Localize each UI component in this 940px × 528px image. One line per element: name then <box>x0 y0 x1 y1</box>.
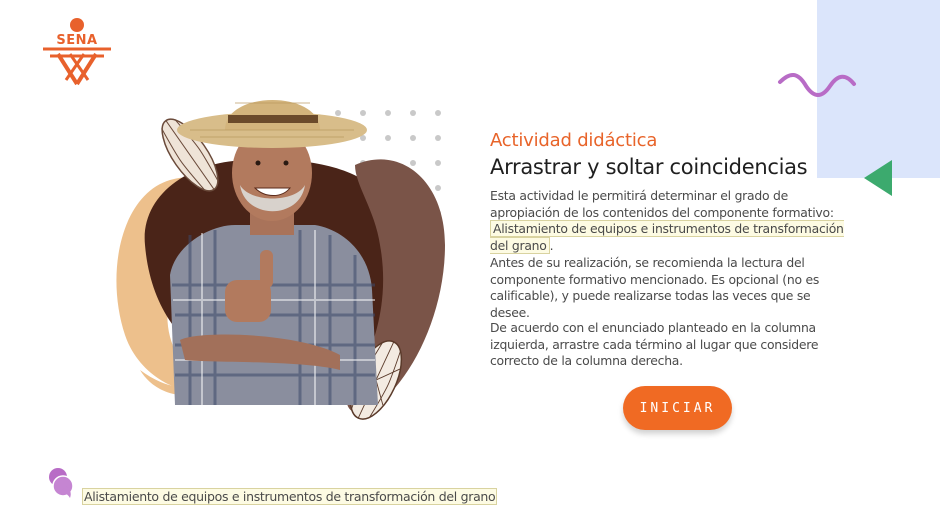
instructions-paragraph: De acuerdo con el enunciado planteado en… <box>490 320 819 369</box>
start-button[interactable]: INICIAR <box>623 386 732 430</box>
logo-text: SENA <box>56 33 98 48</box>
component-highlight: Alistamiento de equipos e instrumentos d… <box>490 220 844 254</box>
sena-logo: SENA <box>40 16 114 86</box>
recommendation-paragraph: Antes de su realización, se recomienda l… <box>490 255 820 320</box>
farmer-illustration <box>100 85 460 430</box>
intro-paragraph: Esta actividad le permitirá determinar e… <box>490 188 850 254</box>
intro-text: Esta actividad le permitirá determinar e… <box>490 188 834 220</box>
page-title: Arrastrar y soltar coincidencias <box>490 155 808 179</box>
intro-period: . <box>549 237 554 253</box>
chat-bubbles-icon <box>46 466 78 500</box>
footer-component-label: Alistamiento de equipos e instrumentos d… <box>82 488 498 505</box>
activity-eyebrow: Actividad didáctica <box>490 130 658 151</box>
sena-logo-icon <box>43 18 111 86</box>
triangle-left-icon <box>862 158 894 198</box>
wave-squiggle-icon <box>776 72 858 100</box>
